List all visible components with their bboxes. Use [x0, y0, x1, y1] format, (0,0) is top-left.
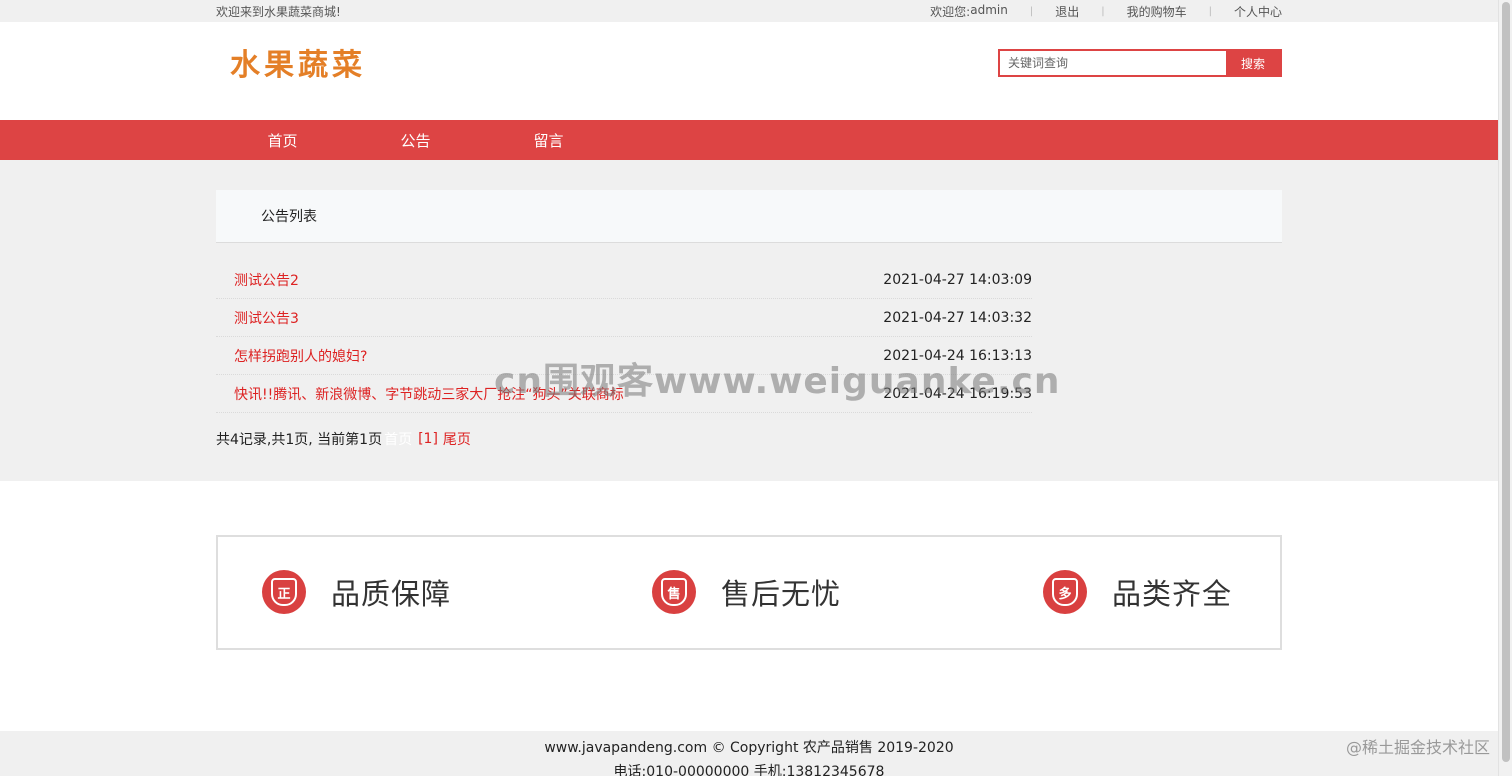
footer-contact: 电话:010-00000000 手机:13812345678 — [613, 764, 885, 776]
nav-item-notice[interactable]: 公告 — [349, 130, 482, 151]
main-nav: 首页 公告 留言 — [0, 120, 1498, 160]
watermark-center: cn围观客www.weiguanke.cn — [494, 361, 1061, 402]
vertical-scrollbar[interactable] — [1498, 0, 1512, 776]
feature-after-sale: 售 售后无忧 — [652, 570, 841, 614]
search-box: 搜索 — [998, 49, 1282, 77]
search-button[interactable]: 搜索 — [1226, 51, 1280, 75]
divider: | — [1101, 5, 1105, 17]
search-input[interactable] — [1000, 51, 1226, 75]
cart-link[interactable]: 我的购物车 — [1127, 3, 1187, 20]
list-item: 测试公告3 2021-04-27 14:03:32 — [216, 299, 1032, 337]
feature-quality: 正 品质保障 — [262, 570, 451, 614]
nav-item-message[interactable]: 留言 — [482, 130, 615, 151]
watermark-corner: @稀土掘金技术社区 — [1345, 738, 1490, 757]
after-sale-shield-icon: 售 — [652, 570, 696, 614]
user-greeting: 欢迎您: admin — [930, 3, 1008, 20]
user-prefix: 欢迎您: — [930, 4, 971, 19]
welcome-text: 欢迎来到水果蔬菜商城! — [216, 4, 341, 19]
feature-label: 品质保障 — [331, 577, 452, 611]
pagination-summary: 共4记录,共1页, 当前第1页 — [216, 432, 383, 448]
notice-time: 2021-04-27 14:03:32 — [883, 309, 1032, 326]
nav-item-home[interactable]: 首页 — [216, 130, 349, 151]
last-page-link[interactable]: 尾页 — [443, 429, 471, 449]
variety-shield-icon: 多 — [1043, 570, 1087, 614]
certified-shield-icon: 正 — [262, 570, 306, 614]
notice-title-link[interactable]: 怎样拐跑别人的媳妇? — [234, 346, 367, 366]
site-logo[interactable]: 水果蔬菜 — [230, 40, 366, 84]
feature-badge: 正 — [271, 578, 297, 606]
pagination: 共4记录,共1页, 当前第1页 首页 [1] 尾页 — [216, 429, 1282, 449]
profile-link[interactable]: 个人中心 — [1234, 3, 1282, 20]
footer-copyright: www.javapandeng.com © Copyright 农产品销售 20… — [544, 740, 954, 756]
notice-title-link[interactable]: 测试公告2 — [234, 270, 299, 290]
footer: www.javapandeng.com © Copyright 农产品销售 20… — [0, 731, 1498, 776]
notice-list-heading: 公告列表 — [216, 190, 1282, 243]
divider: | — [1029, 5, 1034, 17]
notice-time: 2021-04-27 14:03:09 — [883, 271, 1032, 288]
list-item: 测试公告2 2021-04-27 14:03:09 — [216, 261, 1032, 299]
notice-title-link[interactable]: 测试公告3 — [234, 308, 299, 328]
feature-badge: 多 — [1052, 578, 1078, 606]
service-features: 正 品质保障 售 售后无忧 多 品类齐全 — [216, 535, 1282, 650]
top-links: 欢迎您: admin | 退出 | 我的购物车 | 个人中心 — [930, 3, 1282, 20]
header: 水果蔬菜 搜索 — [0, 22, 1512, 120]
feature-variety: 多 品类齐全 — [1043, 570, 1232, 614]
top-bar: 欢迎来到水果蔬菜商城! 欢迎您: admin | 退出 | 我的购物车 | 个人… — [0, 0, 1512, 22]
logout-link[interactable]: 退出 — [1055, 3, 1079, 20]
username: admin — [970, 2, 1008, 17]
page-1-link[interactable]: [1] — [418, 431, 438, 447]
scrollbar-thumb[interactable] — [1502, 2, 1510, 762]
feature-label: 售后无忧 — [721, 577, 842, 611]
feature-badge: 售 — [661, 578, 687, 606]
feature-label: 品类齐全 — [1112, 577, 1233, 611]
content-area: 公告列表 测试公告2 2021-04-27 14:03:09 测试公告3 202… — [0, 160, 1498, 481]
first-page-link[interactable]: 首页 — [384, 429, 412, 449]
divider: | — [1208, 5, 1212, 17]
